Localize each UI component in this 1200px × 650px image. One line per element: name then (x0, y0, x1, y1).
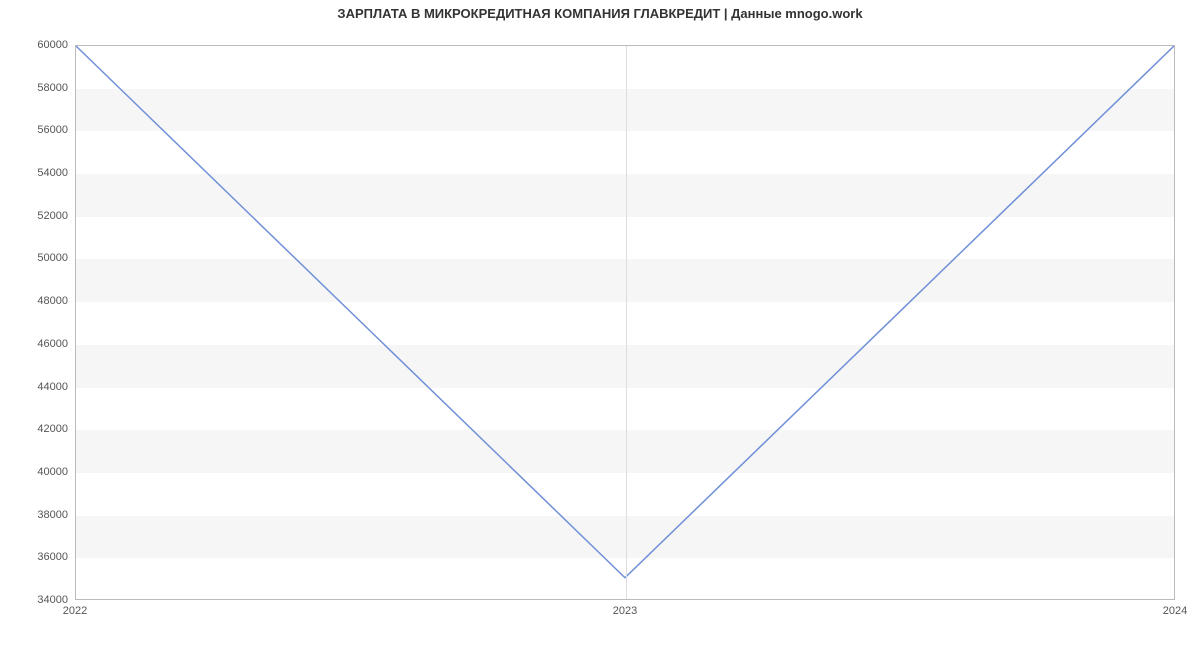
y-tick-label: 56000 (37, 124, 68, 136)
y-tick-label: 36000 (37, 551, 68, 563)
y-tick-label: 46000 (37, 338, 68, 350)
data-line (76, 46, 1174, 578)
y-tick-label: 38000 (37, 509, 68, 521)
line-series (76, 46, 1174, 599)
gridline-vertical (626, 46, 627, 599)
x-tick-label: 2022 (63, 605, 87, 617)
y-tick-label: 48000 (37, 295, 68, 307)
y-tick-label: 52000 (37, 210, 68, 222)
y-tick-label: 40000 (37, 466, 68, 478)
y-tick-label: 44000 (37, 381, 68, 393)
y-tick-label: 58000 (37, 82, 68, 94)
x-tick-label: 2023 (613, 605, 637, 617)
y-tick-label: 54000 (37, 167, 68, 179)
y-tick-label: 60000 (37, 39, 68, 51)
chart-container: ЗАРПЛАТА В МИКРОКРЕДИТНАЯ КОМПАНИЯ ГЛАВК… (0, 0, 1200, 650)
y-tick-label: 42000 (37, 423, 68, 435)
y-tick-label: 50000 (37, 252, 68, 264)
plot-area (75, 45, 1175, 600)
chart-title: ЗАРПЛАТА В МИКРОКРЕДИТНАЯ КОМПАНИЯ ГЛАВК… (0, 6, 1200, 21)
x-tick-label: 2024 (1163, 605, 1187, 617)
